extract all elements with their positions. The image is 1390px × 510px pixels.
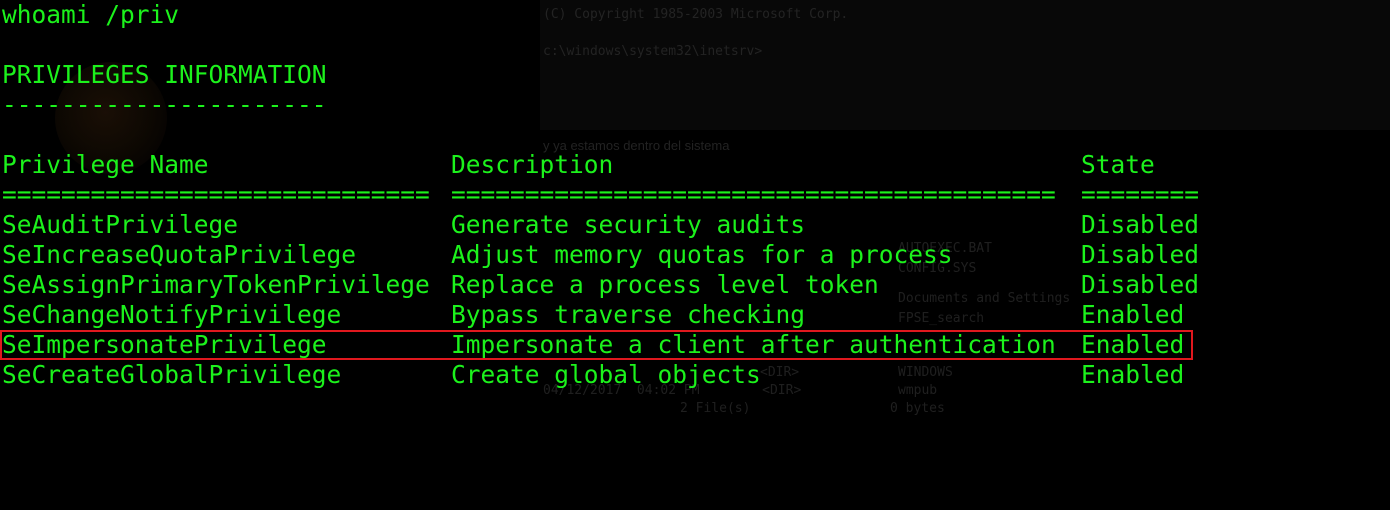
- privilege-name: SeChangeNotifyPrivilege: [2, 300, 342, 329]
- terminal-output[interactable]: whoami /priv PRIVILEGES INFORMATION ----…: [0, 0, 1390, 415]
- header-description: Description: [451, 150, 614, 179]
- highlight-box: [0, 330, 1193, 360]
- privilege-description: Generate security audits: [451, 210, 806, 239]
- privilege-name: SeAuditPrivilege: [2, 210, 239, 239]
- privilege-state: Disabled: [1081, 240, 1200, 269]
- table-row: SeChangeNotifyPrivilege Bypass traverse …: [2, 300, 1382, 330]
- privilege-description: Bypass traverse checking: [451, 300, 806, 329]
- command-line: whoami /priv: [2, 0, 180, 29]
- privilege-name: SeCreateGlobalPrivilege: [2, 360, 342, 389]
- header-state: State: [1081, 150, 1155, 179]
- privilege-name: SeAssignPrimaryTokenPrivilege: [2, 270, 430, 299]
- separator-state: ========: [1081, 180, 1200, 209]
- table-separator: ============================= ==========…: [2, 180, 1382, 210]
- section-title: PRIVILEGES INFORMATION: [2, 60, 327, 89]
- privilege-description: Replace a process level token: [451, 270, 879, 299]
- privilege-state: Disabled: [1081, 210, 1200, 239]
- privilege-state: Enabled: [1081, 360, 1185, 389]
- privilege-name: SeIncreaseQuotaPrivilege: [2, 240, 357, 269]
- section-underline: ----------------------: [2, 90, 327, 119]
- privilege-description: Adjust memory quotas for a process: [451, 240, 953, 269]
- table-row: SeIncreaseQuotaPrivilege Adjust memory q…: [2, 240, 1382, 270]
- privilege-state: Enabled: [1081, 300, 1185, 329]
- table-row: SeCreateGlobalPrivilege Create global ob…: [2, 360, 1382, 390]
- separator-description: ========================================…: [451, 180, 1056, 209]
- table-header: Privilege Name Description State: [2, 150, 1382, 180]
- table-row: SeAuditPrivilege Generate security audit…: [2, 210, 1382, 240]
- separator-name: =============================: [2, 180, 430, 209]
- table-row: SeAssignPrimaryTokenPrivilege Replace a …: [2, 270, 1382, 300]
- privilege-description: Create global objects: [451, 360, 761, 389]
- privilege-state: Disabled: [1081, 270, 1200, 299]
- header-privilege-name: Privilege Name: [2, 150, 209, 179]
